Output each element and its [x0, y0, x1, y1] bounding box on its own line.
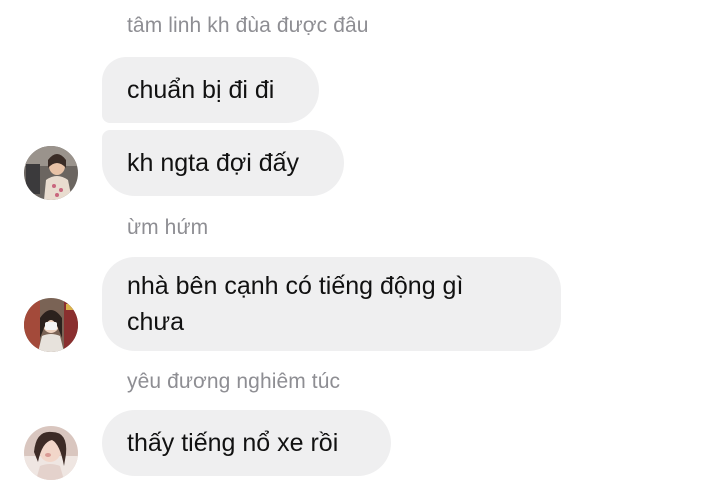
user-avatar-3[interactable]: [24, 426, 78, 480]
message-text: nhà bên cạnh có tiếng động gì chưa: [127, 272, 464, 336]
message-bubble[interactable]: chuẩn bị đi đi: [102, 57, 319, 123]
message-bubble[interactable]: nhà bên cạnh có tiếng động gì chưa: [102, 257, 561, 351]
sender-name: tâm linh kh đùa được đâu: [127, 14, 369, 37]
user-avatar-2[interactable]: [24, 298, 78, 352]
message-bubble[interactable]: thấy tiếng nổ xe rồi: [102, 410, 391, 476]
sender-name: ừm hứm: [127, 216, 209, 239]
message-text: kh ngta đợi đấy: [127, 149, 300, 177]
sender-name: yêu đương nghiêm túc: [127, 370, 341, 393]
message-bubble[interactable]: kh ngta đợi đấy: [102, 130, 344, 196]
message-text: thấy tiếng nổ xe rồi: [127, 429, 339, 457]
user-avatar-1[interactable]: [24, 146, 78, 200]
message-text: chuẩn bị đi đi: [127, 76, 275, 104]
